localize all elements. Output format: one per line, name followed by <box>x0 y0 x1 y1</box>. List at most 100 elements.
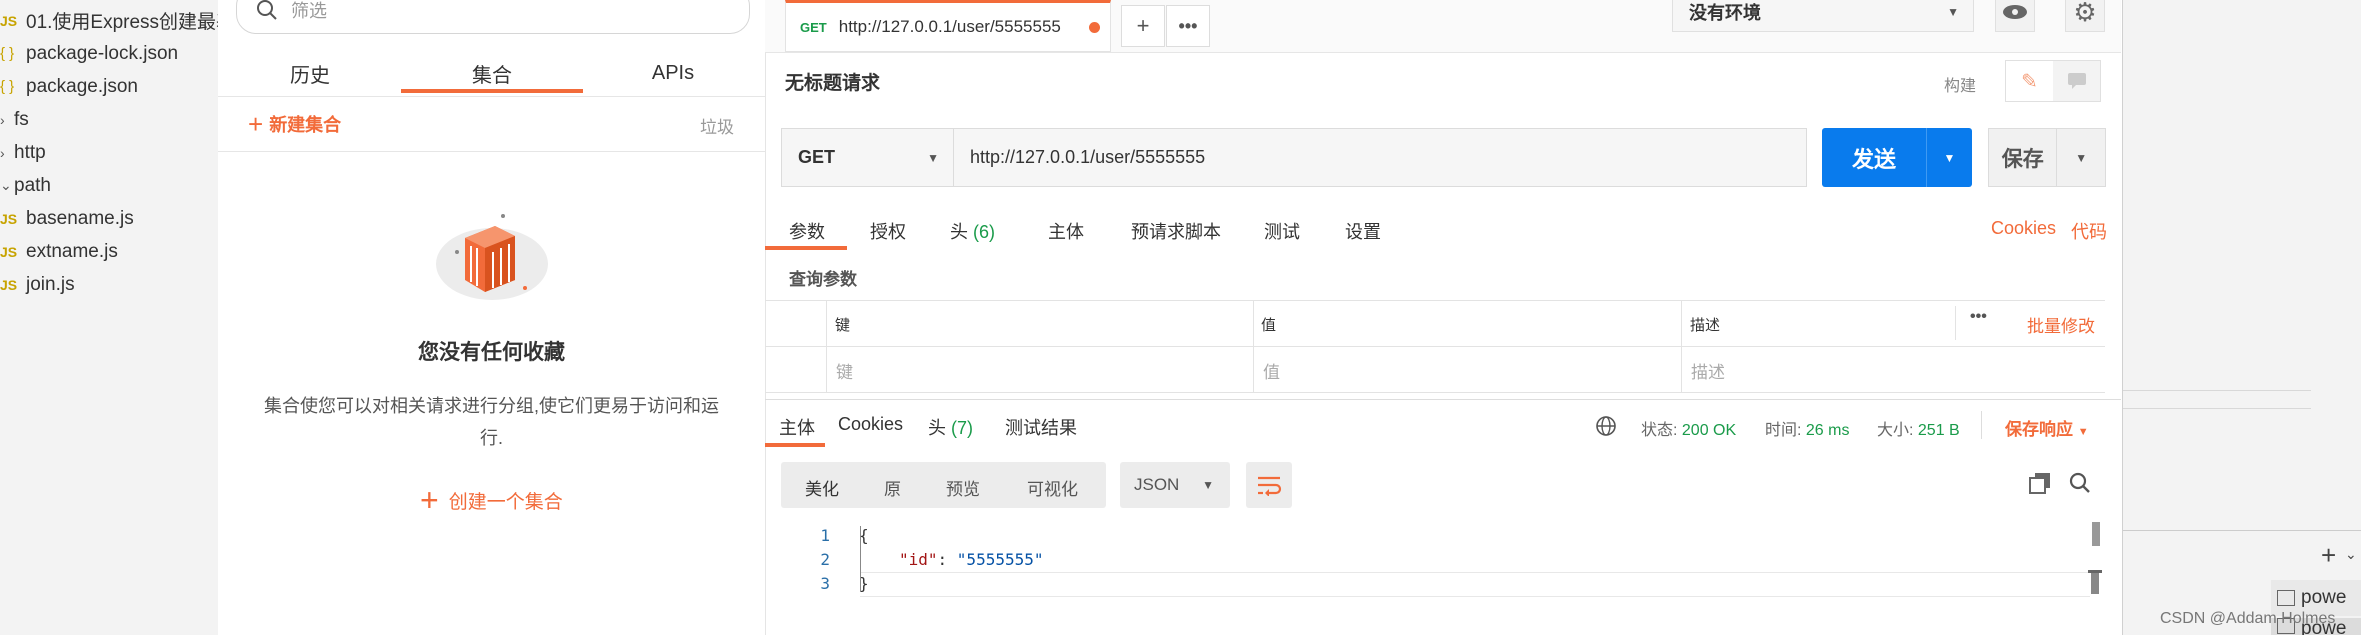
table-border <box>1253 300 1254 392</box>
plus-icon: + <box>248 108 264 139</box>
globe-icon[interactable] <box>1595 415 1617 437</box>
empty-description: 集合使您可以对相关请求进行分组,使它们更易于访问和运行. <box>264 396 719 448</box>
chevron-down-icon[interactable]: ▼ <box>2057 151 2105 165</box>
csdn-watermark: CSDN @Addam Holmes <box>2160 610 2336 627</box>
tab-tests[interactable]: 测试 <box>1264 218 1300 244</box>
search-input[interactable]: 筛选 <box>236 0 750 34</box>
file-explorer: JS 01.使用Express创建最基 { } package-lock.jso… <box>0 0 235 635</box>
mode-toggle: ✎ <box>2005 60 2101 102</box>
add-terminal-icon[interactable]: + <box>2321 540 2336 571</box>
response-tab-headers[interactable]: 头 (7) <box>928 414 973 440</box>
tree-item-extname[interactable]: JS extname.js <box>0 235 118 268</box>
wrap-lines-icon <box>1258 476 1282 496</box>
divider <box>765 399 2121 400</box>
view-mode-group: 美化 原 预览 可视化 <box>781 462 1106 508</box>
tab-apis[interactable]: APIs <box>613 52 733 94</box>
tab-authorization[interactable]: 授权 <box>870 218 906 244</box>
settings-gear-icon[interactable]: ⚙ <box>2065 0 2105 32</box>
divider <box>1981 411 1982 439</box>
trash-link[interactable]: 垃圾 <box>700 113 734 138</box>
request-title[interactable]: 无标题请求 <box>785 68 880 95</box>
divider <box>2121 408 2311 409</box>
tab-settings[interactable]: 设置 <box>1345 218 1381 244</box>
send-button[interactable]: 发送 ▼ <box>1822 128 1972 187</box>
ellipsis-icon: ••• <box>1178 15 1198 36</box>
tree-item-label: 01.使用Express创建最基 <box>26 12 236 33</box>
more-tabs-button[interactable]: ••• <box>1166 5 1210 47</box>
save-button[interactable]: 保存 ▼ <box>1988 128 2106 187</box>
tree-item-package-lock[interactable]: { } package-lock.json <box>0 37 178 70</box>
create-collection-button[interactable]: + 创建一个集合 <box>420 482 563 518</box>
tree-item-express-file[interactable]: JS 01.使用Express创建最基 <box>0 4 235 37</box>
response-tab-body[interactable]: 主体 <box>779 414 815 440</box>
tab-params[interactable]: 参数 <box>789 218 825 244</box>
tree-folder-http[interactable]: › http <box>0 136 46 169</box>
view-visualize[interactable]: 可视化 <box>1027 475 1078 500</box>
tab-body[interactable]: 主体 <box>1048 218 1084 244</box>
tree-folder-path[interactable]: ⌄ path <box>0 169 51 202</box>
tree-item-label: package-lock.json <box>26 42 179 64</box>
send-label: 发送 <box>1851 146 1896 172</box>
param-value-input[interactable]: 值 <box>1263 358 1280 383</box>
new-collection-button[interactable]: + 新建集合 <box>248 108 341 139</box>
tab-headers[interactable]: 头 (6) <box>950 218 995 244</box>
chevron-down-icon[interactable]: ▼ <box>1927 151 1972 165</box>
comment-icon[interactable] <box>2053 61 2100 101</box>
response-body-code[interactable]: { "id": "5555555" } <box>859 524 1044 596</box>
bulk-edit-link[interactable]: 批量修改 <box>2027 312 2095 337</box>
environment-quicklook-button[interactable] <box>1995 0 2035 32</box>
new-tab-button[interactable]: + <box>1121 5 1165 47</box>
current-line-highlight <box>860 596 2090 597</box>
current-line-highlight <box>860 572 2090 573</box>
json-key: "id" <box>899 550 938 569</box>
edit-pencil-icon[interactable]: ✎ <box>2006 61 2053 101</box>
response-tab-cookies[interactable]: Cookies <box>838 414 903 435</box>
scrollbar-thumb[interactable] <box>2088 570 2102 594</box>
tab-history[interactable]: 历史 <box>250 52 370 94</box>
json-file-icon: { } <box>0 78 15 95</box>
cookies-link[interactable]: Cookies <box>1991 218 2056 239</box>
tab-collections[interactable]: 集合 <box>400 52 584 94</box>
param-description-input[interactable]: 描述 <box>1691 358 1725 383</box>
param-key-input[interactable]: 键 <box>836 358 853 383</box>
response-tab-test-results[interactable]: 测试结果 <box>1005 414 1077 440</box>
scrollbar[interactable] <box>2092 522 2100 546</box>
view-raw[interactable]: 原 <box>884 475 901 500</box>
wrap-lines-button[interactable] <box>1246 462 1292 508</box>
divider <box>2121 530 2361 531</box>
method-select[interactable]: GET ▼ <box>781 128 954 187</box>
tree-item-basename[interactable]: JS basename.js <box>0 202 134 235</box>
view-preview[interactable]: 预览 <box>946 475 980 500</box>
tree-folder-fs[interactable]: › fs <box>0 103 29 136</box>
chevron-down-icon[interactable]: ⌄ <box>2345 546 2357 563</box>
save-response-button[interactable]: 保存响应 ▼ <box>2005 415 2089 440</box>
json-value: "5555555" <box>956 550 1044 569</box>
tree-item-join[interactable]: JS join.js <box>0 268 75 301</box>
size-label: 大小: <box>1877 422 1914 439</box>
code-link[interactable]: 代码 <box>2071 218 2107 244</box>
tree-item-label: path <box>14 174 51 196</box>
format-select[interactable]: JSON ▼ <box>1120 462 1230 508</box>
tree-item-label: extname.js <box>26 240 118 262</box>
size-value: 251 B <box>1917 422 1960 439</box>
ellipsis-icon[interactable]: ••• <box>1970 308 1987 326</box>
line-number: 1 <box>820 526 830 545</box>
tab-label: 历史 <box>290 64 330 87</box>
tab-prerequest-script[interactable]: 预请求脚本 <box>1131 218 1221 244</box>
method-label: GET <box>798 147 836 167</box>
table-border <box>765 346 2105 347</box>
url-input[interactable]: http://127.0.0.1/user/5555555 <box>954 128 1807 187</box>
tree-item-label: join.js <box>26 273 75 295</box>
view-pretty[interactable]: 美化 <box>805 475 839 500</box>
chevron-down-icon: ▼ <box>1202 478 1214 492</box>
response-tabs: 主体 Cookies 头 (7) 测试结果 状态: 200 OK 时间: 26 … <box>765 405 2121 447</box>
environment-select[interactable]: 没有环境 ▼ <box>1672 0 1974 32</box>
request-tab[interactable]: GET http://127.0.0.1/user/5555555 <box>785 0 1111 52</box>
time-value: 26 ms <box>1805 422 1850 439</box>
search-icon <box>257 0 277 20</box>
copy-icon[interactable] <box>2028 471 2052 500</box>
tree-item-package-json[interactable]: { } package.json <box>0 70 138 103</box>
search-icon[interactable] <box>2068 471 2092 500</box>
json-file-icon: { } <box>0 45 15 62</box>
status-label: 状态: <box>1641 422 1678 439</box>
